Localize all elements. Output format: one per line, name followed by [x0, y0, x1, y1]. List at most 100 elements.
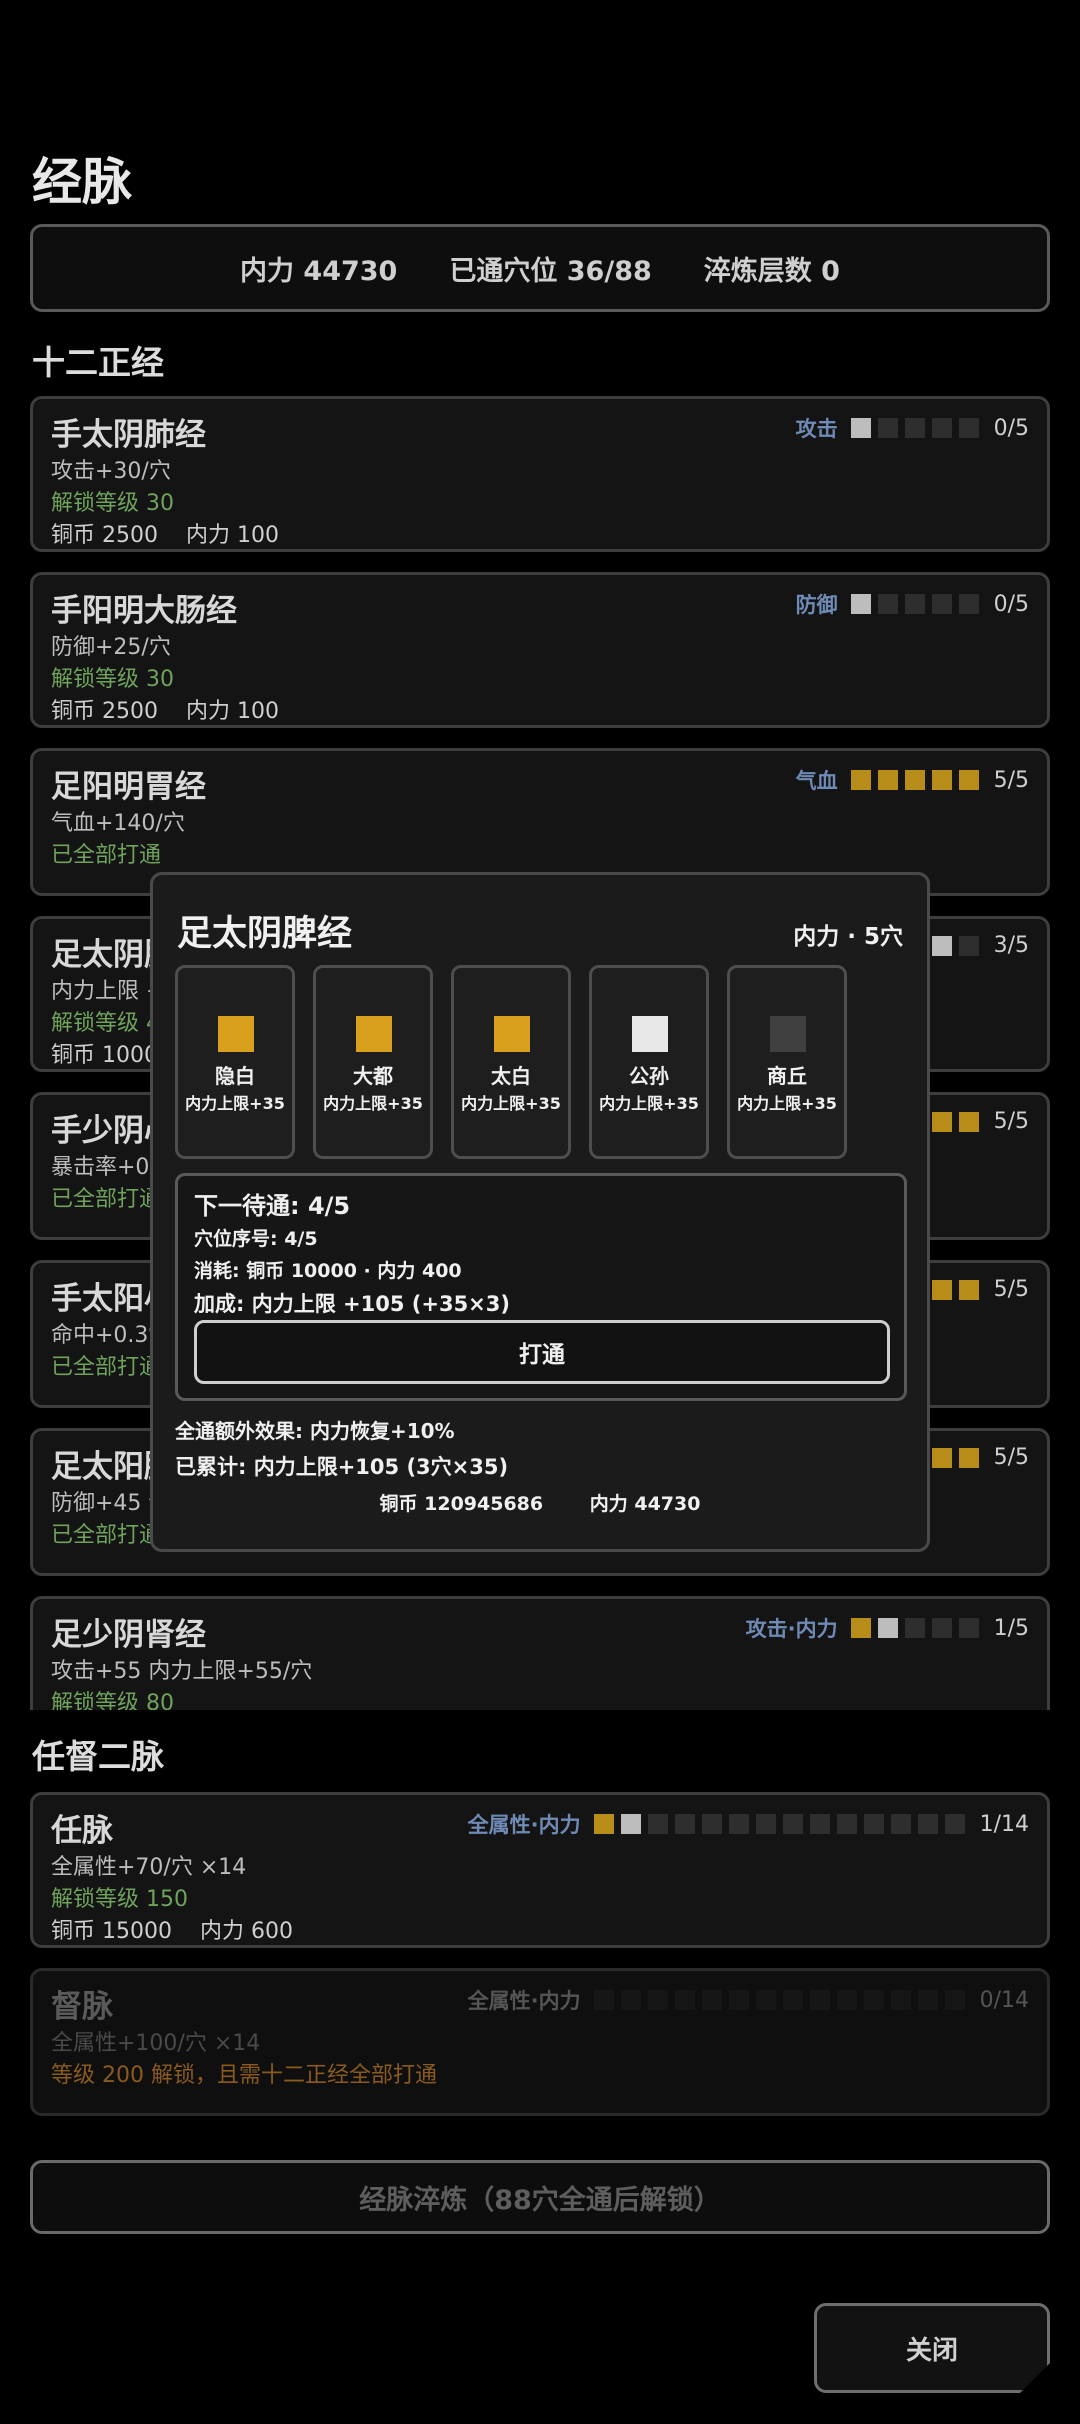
wallet-summary: 铜币 120945686 内力 44730 — [153, 1489, 927, 1516]
pip — [931, 1111, 952, 1132]
pip — [620, 1990, 641, 2010]
meridian-name: 任脉 — [51, 1813, 113, 1849]
pip — [836, 1814, 857, 1834]
unlock-text: 等级 200 解锁，且需十二正经全部打通 — [51, 2063, 437, 2088]
wallet-coin: 铜币 120945686 — [379, 1493, 544, 1515]
cost-text: 铜币 2500 内力 100 — [51, 699, 279, 724]
next-acupoint-panel: 下一待通: 4/5 穴位序号: 4/5 消耗: 铜币 10000 · 内力 40… — [175, 1173, 907, 1401]
meridian-name: 督脉 — [51, 1989, 113, 2025]
pip — [917, 1990, 938, 2010]
pip — [931, 1618, 952, 1638]
pip — [850, 418, 871, 438]
attr-tag: 攻击·内力 — [745, 1617, 838, 1641]
pip — [917, 1814, 938, 1834]
progress-count: 0/14 — [979, 1987, 1029, 2013]
progress: 攻击·内力 1/5 — [746, 1613, 1029, 1643]
pip — [931, 1279, 952, 1300]
cost-text: 铜币 2500 内力 100 — [51, 523, 279, 548]
pip — [674, 1814, 695, 1834]
effect-text: 攻击+30/穴 — [51, 459, 171, 484]
acupoint-taibai[interactable]: 太白 内力上限+35 — [451, 965, 571, 1159]
progress: 全属性·内力 1/14 — [468, 1809, 1029, 1839]
pip — [755, 1814, 776, 1834]
progress-count: 1/14 — [979, 1811, 1029, 1837]
section-title-main: 十二正经 — [32, 343, 164, 382]
pip — [958, 935, 979, 956]
open-acupoint-button[interactable]: 打通 — [194, 1320, 890, 1384]
acupoint-modal: 足太阴脾经 内力 · 5穴 隐白 内力上限+35 大都 内力上限+35 太白 内… — [150, 872, 930, 1552]
index-label: 穴位序号: 4/5 — [194, 1228, 318, 1250]
meridian-card-large-intestine[interactable]: 手阳明大肠经 防御 0/5 防御+25/穴 解锁等级 30 铜币 2500 内力… — [30, 572, 1050, 728]
pip — [890, 1814, 911, 1834]
pip — [958, 1618, 979, 1638]
meridian-card-kidney[interactable]: 足少阴肾经 攻击·内力 1/5 攻击+55 内力上限+55/穴 解锁等级 80 — [30, 1596, 1050, 1710]
neili-stat: 内力 44730 — [240, 255, 398, 287]
meridian-name: 足少阴肾经 — [51, 1617, 206, 1653]
acupoint-gold-icon — [494, 1016, 530, 1052]
acupoint-gold-icon — [356, 1016, 392, 1052]
meridian-card-du[interactable]: 督脉 全属性·内力 0/14 全属性+100/穴 ×14 等级 200 解锁，且… — [30, 1968, 1050, 2116]
modal-cost: 内力 · 5穴 — [793, 924, 903, 950]
effect-text: 全属性+100/穴 ×14 — [51, 2031, 261, 2056]
pip — [782, 1814, 803, 1834]
acupoint-bonus: 内力上限+35 — [185, 1094, 285, 1113]
acupoint-bonus: 内力上限+35 — [599, 1094, 699, 1113]
section-title-extra: 任督二脉 — [32, 1737, 164, 1776]
close-button[interactable]: 关闭 — [814, 2303, 1050, 2393]
unlock-text: 已全部打通 — [51, 1187, 162, 1212]
unlock-text: 解锁等级 30 — [51, 667, 174, 692]
progress: 防御 0/5 — [796, 589, 1029, 619]
pip — [782, 1990, 803, 2010]
pip — [850, 594, 871, 614]
progress-count: 0/5 — [993, 591, 1029, 617]
progress-count: 0/5 — [993, 415, 1029, 441]
pip — [836, 1990, 857, 2010]
wallet-neili: 内力 44730 — [589, 1493, 701, 1515]
pip — [755, 1990, 776, 2010]
pip — [593, 1814, 614, 1834]
pip — [877, 1618, 898, 1638]
meridian-name: 手阳明大肠经 — [51, 593, 237, 629]
pip — [931, 935, 952, 956]
progress-count: 5/5 — [993, 767, 1029, 793]
meridian-card-lung[interactable]: 手太阴肺经 攻击 0/5 攻击+30/穴 解锁等级 30 铜币 2500 内力 … — [30, 396, 1050, 552]
pip — [674, 1990, 695, 2010]
pip — [931, 1447, 952, 1468]
acupoint-name: 公孙 — [629, 1064, 669, 1088]
pip — [877, 770, 898, 790]
pip — [890, 1990, 911, 2010]
acupoint-white-icon — [632, 1016, 668, 1052]
modal-title: 足太阴脾经 — [177, 914, 353, 954]
unlock-text: 解锁等级 30 — [51, 491, 174, 516]
pip — [728, 1990, 749, 2010]
effect-text: 攻击+55 内力上限+55/穴 — [51, 1659, 313, 1684]
unlock-text: 已全部打通 — [51, 1523, 162, 1548]
refine-button[interactable]: 经脉淬炼（88穴全通后解锁） — [30, 2160, 1050, 2234]
pip — [593, 1990, 614, 2010]
unlock-text: 解锁等级 4 — [51, 1011, 160, 1036]
pip — [931, 594, 952, 614]
acupoint-yinbai[interactable]: 隐白 内力上限+35 — [175, 965, 295, 1159]
pip — [958, 1111, 979, 1132]
acupoint-gongsun[interactable]: 公孙 内力上限+35 — [589, 965, 709, 1159]
full-effect-label: 全通额外效果: 内力恢复+10% — [175, 1419, 455, 1443]
bonus-label: 加成: 内力上限 +105 (+35×3) — [194, 1292, 510, 1316]
pip — [931, 418, 952, 438]
effect-text: 全属性+70/穴 ×14 — [51, 1855, 247, 1880]
effect-text: 防御+25/穴 — [51, 635, 171, 660]
pip — [958, 770, 979, 790]
meridian-card-ren[interactable]: 任脉 全属性·内力 1/14 全属性+70/穴 ×14 解锁等级 150 铜币 … — [30, 1792, 1050, 1948]
pip — [647, 1990, 668, 2010]
progress-count: 1/5 — [993, 1615, 1029, 1641]
acupoint-name: 太白 — [491, 1064, 531, 1088]
attr-tag: 气血 — [795, 769, 838, 793]
pip — [701, 1814, 722, 1834]
pip — [863, 1814, 884, 1834]
acupoint-dadu[interactable]: 大都 内力上限+35 — [313, 965, 433, 1159]
unlock-text: 已全部打通 — [51, 1355, 162, 1380]
acupoint-gray-icon — [770, 1016, 806, 1052]
progress: 攻击 0/5 — [796, 413, 1029, 443]
acupoint-shangqiu[interactable]: 商丘 内力上限+35 — [727, 965, 847, 1159]
refine-stat: 淬炼层数 0 — [703, 255, 840, 287]
acupoint-bonus: 内力上限+35 — [461, 1094, 561, 1113]
